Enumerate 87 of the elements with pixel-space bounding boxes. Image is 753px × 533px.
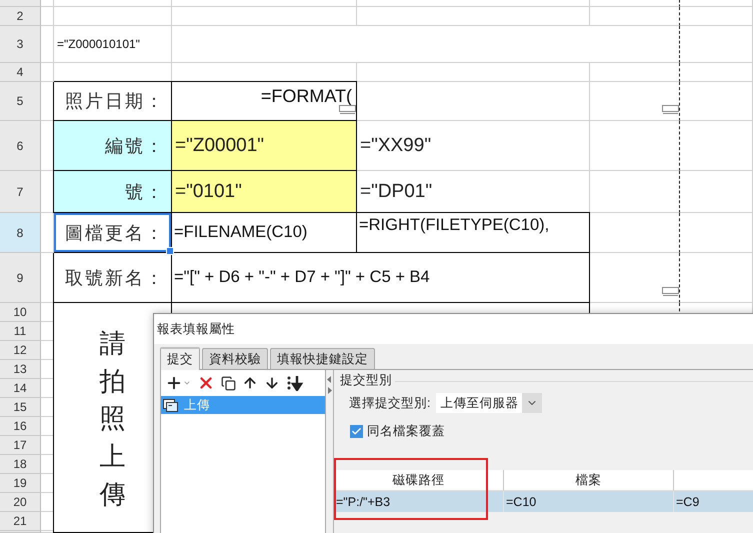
spreadsheet-cell[interactable]: =RIGHT(FILETYPE(C10), [357,213,590,253]
cell-text: ="DP01" [359,180,432,202]
spreadsheet-cell[interactable] [590,7,680,26]
cell-text: =RIGHT(FILETYPE(C10), [358,215,550,235]
spreadsheet-cell[interactable] [590,253,680,303]
check-icon [351,426,362,437]
fill-handle[interactable] [166,247,174,255]
tab[interactable]: 資料校驗 [202,348,268,369]
cell-text: =FILENAME(C10) [173,223,308,242]
copy-icon [221,376,236,390]
cell-text: 編號： [105,134,166,158]
caret-icon [183,379,191,387]
add-button[interactable] [165,374,191,392]
spreadsheet-cell[interactable]: ="0101" [172,171,357,213]
arrow-up-icon [242,375,258,391]
form-icon [163,398,178,412]
spreadsheet-cell[interactable] [590,213,680,253]
spreadsheet-cell[interactable]: ="DP01" [357,171,590,213]
comment-icon[interactable] [662,105,679,114]
row-header[interactable]: 4 [0,63,41,82]
row-header[interactable]: 18 [0,455,41,474]
row-header[interactable]: 10 [0,303,41,322]
move-down-button[interactable] [264,375,280,391]
row-header[interactable]: 17 [0,436,41,455]
cell-text: 號： [125,180,166,204]
column-header[interactable]: 磁碟路徑 [334,470,504,491]
table-row[interactable]: ="P:/"+B3 =C10 =C9 [334,491,753,512]
cell-text: 照片日期： [65,90,166,113]
row-header[interactable]: 14 [0,379,41,398]
selected-cell[interactable]: 圖檔更名： [54,213,172,253]
row-header[interactable]: 8 [0,213,41,253]
table-cell: =C9 [674,491,753,512]
spreadsheet-cell[interactable] [172,26,680,63]
field-label: 選擇提交型別: [349,394,430,412]
spreadsheet-cell[interactable]: 照片日期： [54,82,172,121]
arrow-down-icon [264,375,280,391]
cell-text: ="Z00001" [174,134,264,156]
comment-icon[interactable] [339,105,356,114]
comment-icon[interactable] [662,287,679,296]
row-header[interactable]: 3 [0,26,41,63]
move-up-button[interactable] [242,375,258,391]
row-header[interactable]: 9 [0,253,41,303]
spreadsheet-cell[interactable]: 號： [54,171,172,213]
spreadsheet-cell[interactable]: ="Z00001" [172,121,357,171]
cell-text: ="Z000010101" [56,37,140,51]
row-header[interactable]: 20 [0,493,41,512]
row-header[interactable]: 12 [0,341,41,360]
cell-text: 圖檔更名： [65,222,166,244]
cell-text: ="XX99" [359,134,432,156]
checkbox-label: 同名檔案覆蓋 [367,423,445,440]
checkbox[interactable] [350,425,363,438]
spreadsheet-cell[interactable] [590,171,680,213]
spreadsheet-cell[interactable]: 編號： [54,121,172,171]
cell-text: 請拍照上傳 [100,327,126,511]
row-header[interactable]: 2 [0,7,41,26]
row-header[interactable]: 5 [0,82,41,121]
group-legend: 提交型別 [340,372,392,389]
spreadsheet-cell[interactable]: ="XX99" [357,121,590,171]
cell-text: ="[" + D6 + "-" + D7 + "]" + C5 + B4 [173,268,430,287]
row-header[interactable]: 21 [0,512,41,531]
row-header[interactable]: 6 [0,121,41,171]
table-cell: =C10 [504,491,674,512]
spreadsheet-cell[interactable]: ="Z000010101" [54,26,172,63]
cell-text: 取號新名： [65,266,166,290]
row-header[interactable]: 16 [0,417,41,436]
spreadsheet-cell[interactable]: =FORMAT( [172,82,357,121]
spreadsheet-cell[interactable] [590,0,680,7]
move-to-bottom-icon [286,375,304,391]
copy-button[interactable] [221,376,236,390]
row-header[interactable]: 15 [0,398,41,417]
row-header[interactable]: 7 [0,171,41,213]
tab[interactable]: 填報快捷鍵設定 [270,348,375,369]
spreadsheet-cell[interactable] [590,82,680,121]
move-to-bottom-button[interactable] [286,375,304,391]
select-field[interactable]: 上傳至伺服器 [436,393,542,413]
cell-text: ="0101" [174,180,242,202]
column-header[interactable]: 檔案 [504,470,674,491]
cell-text: =FORMAT( [260,85,353,107]
plus-icon [165,374,183,392]
row-header[interactable]: 19 [0,474,41,493]
tab[interactable]: 提交 [160,347,200,370]
spreadsheet-cell[interactable]: ="[" + D6 + "-" + D7 + "]" + C5 + B4 [172,253,590,303]
row-header[interactable]: 11 [0,322,41,341]
table-cell: ="P:/"+B3 [334,491,504,512]
spreadsheet-cell[interactable] [590,63,680,82]
spreadsheet-cell[interactable] [590,121,680,171]
row-header[interactable]: 13 [0,360,41,379]
